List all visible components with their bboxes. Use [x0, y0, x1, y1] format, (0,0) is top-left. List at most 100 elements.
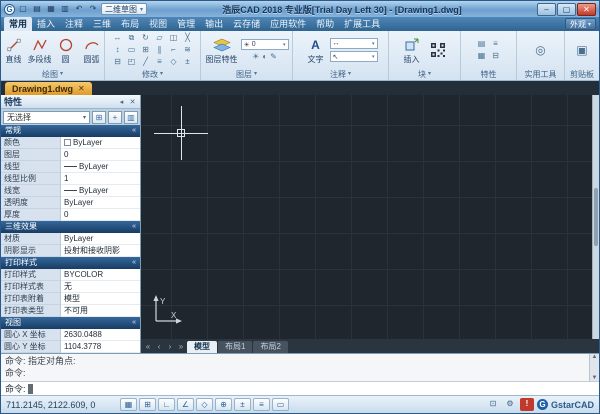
prev-layout-icon[interactable]: ‹	[154, 341, 164, 353]
circle-button[interactable]: 圆	[54, 37, 78, 64]
menu-tab-layout[interactable]: 布局	[116, 17, 144, 31]
menu-tab-manage[interactable]: 管理	[172, 17, 200, 31]
toggle-pickadd-button[interactable]: ⊞	[92, 111, 106, 124]
clean-screen-icon[interactable]: ⊡	[486, 398, 500, 411]
prop-row-center-x[interactable]: 圆心 X 坐标 2630.0488	[1, 329, 140, 341]
tab-model[interactable]: 模型	[187, 341, 217, 353]
dimension-select[interactable]: ↔ ▾	[330, 38, 378, 49]
modify-tool-icon[interactable]: ╱	[139, 56, 153, 68]
plot-icon[interactable]: ▥	[59, 3, 71, 15]
block-panel-footer[interactable]: 块 ▾	[389, 69, 460, 80]
polar-toggle[interactable]: ∠	[177, 398, 194, 411]
save-icon[interactable]: ▦	[45, 3, 57, 15]
text-button[interactable]: A 文字	[304, 37, 328, 64]
open-file-icon[interactable]: ▤	[31, 3, 43, 15]
model-toggle[interactable]: ▭	[272, 398, 289, 411]
close-tab-icon[interactable]: ✕	[78, 84, 85, 93]
menu-tab-output[interactable]: 输出	[200, 17, 228, 31]
appearance-button[interactable]: 外观 ▾	[565, 18, 596, 30]
modify-tool-icon[interactable]: ≡	[153, 56, 167, 68]
otrack-toggle[interactable]: ⊕	[215, 398, 232, 411]
prop-row-material[interactable]: 材质 ByLayer	[1, 233, 140, 245]
modify-tool-icon[interactable]: ▱	[153, 32, 167, 44]
minimize-button[interactable]: –	[537, 3, 556, 16]
last-layout-icon[interactable]: »	[176, 341, 186, 353]
menu-tab-view[interactable]: 视图	[144, 17, 172, 31]
modify-tool-icon[interactable]: ↻	[139, 32, 153, 44]
modify-tool-icon[interactable]: ◫	[167, 32, 181, 44]
menu-tab-annotate[interactable]: 注释	[60, 17, 88, 31]
close-button[interactable]: ✕	[577, 3, 596, 16]
scroll-down-icon[interactable]: ▼	[592, 375, 598, 381]
modify-tool-icon[interactable]: ╳	[181, 32, 195, 44]
layer-properties-button[interactable]: 图层特性	[205, 37, 239, 64]
layer-select[interactable]: ☀ 0 ▾	[241, 39, 289, 50]
snap-toggle[interactable]: ▦	[120, 398, 137, 411]
menu-tab-apps[interactable]: 应用软件	[265, 17, 311, 31]
prop-row-layer[interactable]: 图层 0	[1, 149, 140, 161]
next-layout-icon[interactable]: ›	[165, 341, 175, 353]
prop-row-linetype[interactable]: 线型 ByLayer	[1, 161, 140, 173]
selection-dropdown[interactable]: 无选择 ▾	[3, 111, 90, 124]
scrollbar-thumb[interactable]	[594, 188, 598, 247]
paste-icon[interactable]: ▣	[576, 44, 587, 56]
prop-row-center-y[interactable]: 圆心 Y 坐标 1104.3778	[1, 341, 140, 353]
modify-tool-icon[interactable]: ⊞	[139, 44, 153, 56]
modify-tool-icon[interactable]: ⌐	[167, 44, 181, 56]
props-section-3d-effects[interactable]: 三维效果 «	[1, 221, 140, 233]
vertical-scrollbar[interactable]	[592, 95, 599, 339]
modify-tool-icon[interactable]: ◇	[167, 56, 181, 68]
line-button[interactable]: 直线	[2, 37, 26, 64]
prop-row-color[interactable]: 颜色 ByLayer	[1, 137, 140, 149]
utilities-panel-footer[interactable]: 实用工具	[517, 69, 564, 80]
command-history[interactable]: 命令: 指定对角点: 命令: ▲ ▼	[1, 353, 599, 381]
model-space-canvas[interactable]: Y X	[141, 95, 599, 339]
prop-row-shadow-display[interactable]: 阴影显示 投射和接收阴影	[1, 245, 140, 257]
properties-panel-footer[interactable]: 特性	[461, 69, 516, 80]
redo-icon[interactable]: ↷	[87, 3, 99, 15]
settings-icon[interactable]: ⚙	[503, 398, 517, 411]
clipboard-panel-footer[interactable]: 剪贴板	[565, 69, 599, 80]
first-layout-icon[interactable]: «	[143, 341, 153, 353]
modify-tool-icon[interactable]: ∥	[153, 44, 167, 56]
props-section-general[interactable]: 常规 «	[1, 125, 140, 137]
polyline-button[interactable]: 多段线	[28, 37, 52, 64]
modify-tool-icon[interactable]: ▭	[125, 44, 139, 56]
autohide-pin-icon[interactable]: ◂	[117, 98, 126, 106]
grid-toggle[interactable]: ⊞	[139, 398, 156, 411]
prop-row-plot-style[interactable]: 打印样式 BYCOLOR	[1, 269, 140, 281]
close-palette-icon[interactable]: ✕	[128, 98, 137, 106]
command-scrollbar[interactable]: ▲ ▼	[589, 354, 599, 381]
draw-panel-footer[interactable]: 绘图 ▾	[1, 69, 104, 80]
modify-tool-icon[interactable]: ≋	[181, 44, 195, 56]
modify-tool-icon[interactable]: ±	[181, 56, 195, 68]
prop-row-transparency[interactable]: 透明度 ByLayer	[1, 197, 140, 209]
scroll-up-icon[interactable]: ▲	[592, 354, 598, 360]
modify-tool-icon[interactable]: ⊟	[111, 56, 125, 68]
select-objects-button[interactable]: +	[108, 111, 122, 124]
annotate-panel-footer[interactable]: 注释 ▾	[293, 69, 388, 80]
props-section-plot-style[interactable]: 打印样式 «	[1, 257, 140, 269]
props-section-view[interactable]: 视图 «	[1, 317, 140, 329]
menu-tab-home[interactable]: 常用	[4, 17, 32, 31]
modify-tool-icon[interactable]: ⧉	[125, 32, 139, 44]
prop-row-plot-table-attached[interactable]: 打印表附着 模型	[1, 293, 140, 305]
workspace-dropdown[interactable]: 二维草图 ▾	[101, 3, 147, 15]
quick-select-button[interactable]: ▥	[124, 111, 138, 124]
prop-row-lineweight[interactable]: 线宽 ByLayer	[1, 185, 140, 197]
modify-tool-icon[interactable]: ↔	[111, 32, 125, 44]
osnap-toggle[interactable]: ◇	[196, 398, 213, 411]
alert-icon[interactable]: !	[520, 398, 534, 411]
menu-tab-help[interactable]: 帮助	[311, 17, 339, 31]
tab-layout1[interactable]: 布局1	[218, 341, 252, 353]
prop-row-linetype-scale[interactable]: 线型比例 1	[1, 173, 140, 185]
app-logo-icon[interactable]: G	[4, 4, 15, 15]
menu-tab-insert[interactable]: 插入	[32, 17, 60, 31]
layer-panel-footer[interactable]: 图层 ▾	[201, 69, 292, 80]
menu-tab-cloud[interactable]: 云存储	[228, 17, 265, 31]
layer-state-icon[interactable]: ☀	[252, 52, 259, 61]
modify-panel-footer[interactable]: 修改 ▾	[105, 69, 200, 80]
maximize-button[interactable]: ▢	[557, 3, 576, 16]
leader-select[interactable]: ↖ ▾	[330, 51, 378, 62]
properties-tool-icon[interactable]: ≡	[489, 38, 503, 50]
